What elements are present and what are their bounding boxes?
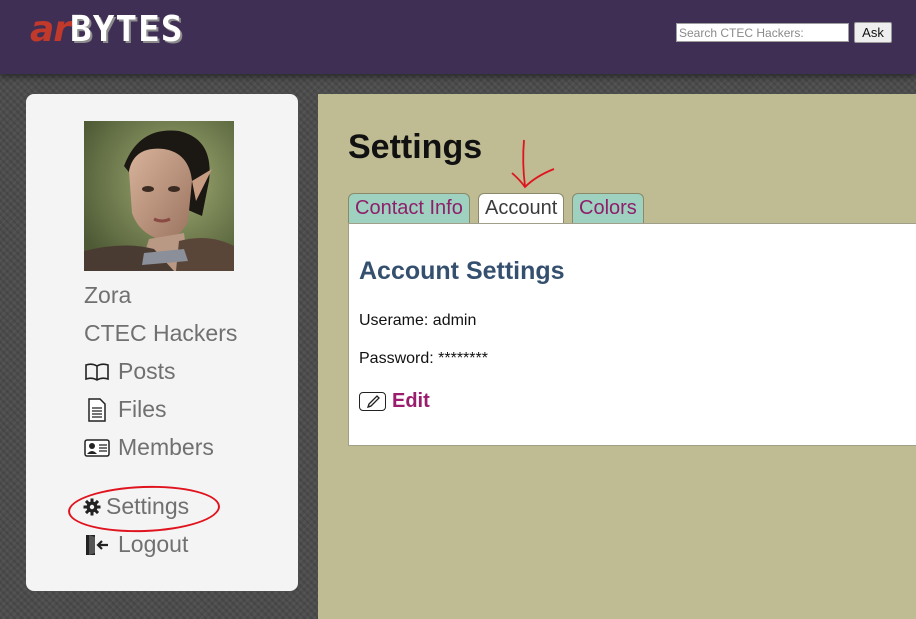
search-input[interactable] [676, 23, 849, 42]
pencil-icon [359, 392, 386, 411]
avatar [84, 121, 234, 271]
user-name[interactable]: Zora [84, 282, 131, 309]
panel-heading: Account Settings [359, 257, 565, 285]
tab-colors[interactable]: Colors [572, 193, 644, 224]
document-icon [84, 397, 110, 422]
sidebar: Zora CTEC Hackers Posts Files Members Se… [26, 94, 298, 591]
logo-prefix: ar [30, 9, 71, 50]
sidebar-item-logout[interactable]: Logout [84, 531, 188, 558]
logo-main: BYTES [70, 9, 184, 50]
app-logo[interactable]: arBYTES [30, 10, 183, 50]
sidebar-item-members[interactable]: Members [84, 434, 214, 461]
gear-icon [82, 495, 102, 519]
sidebar-item-posts[interactable]: Posts [84, 358, 176, 385]
ask-button[interactable]: Ask [854, 22, 892, 43]
sidebar-item-settings[interactable]: Settings [82, 493, 189, 520]
tab-account[interactable]: Account [478, 193, 565, 225]
account-settings-panel: Account Settings Userame: admin Password… [348, 223, 916, 446]
username-field: Userame: admin [359, 312, 477, 329]
edit-label: Edit [392, 390, 430, 412]
password-field: Password: ******** [359, 350, 488, 367]
tab-contact-info[interactable]: Contact Info [348, 193, 470, 224]
id-card-icon [84, 436, 110, 460]
sidebar-item-files[interactable]: Files [84, 396, 167, 423]
edit-button[interactable]: Edit [359, 390, 430, 413]
book-icon [84, 360, 110, 384]
top-header: arBYTES Ask [0, 0, 916, 74]
page-title: Settings [348, 128, 483, 166]
group-name[interactable]: CTEC Hackers [84, 320, 237, 347]
main-content: Settings Contact Info Account Colors Acc… [318, 94, 916, 619]
logout-icon [84, 533, 110, 557]
